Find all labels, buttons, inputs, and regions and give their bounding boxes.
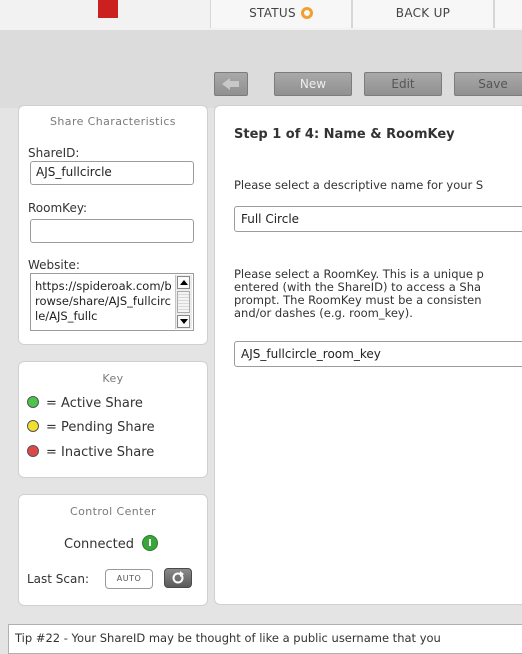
legend-active-label: = Active Share	[46, 396, 143, 411]
tip-bar: Tip #22 - Your ShareID may be thought of…	[8, 624, 522, 654]
gear-icon	[300, 7, 313, 19]
legend-pending-label: = Pending Share	[46, 420, 155, 435]
legend-inactive-label: = Inactive Share	[46, 445, 155, 460]
shareid-label: ShareID:	[28, 146, 80, 160]
refresh-icon	[172, 571, 184, 584]
legend-pending: = Pending Share	[27, 420, 155, 435]
back-button[interactable]	[214, 72, 248, 96]
top-navigation-bar: STATUS BACK UP	[0, 0, 522, 30]
legend-active: = Active Share	[27, 396, 143, 411]
share-name-field[interactable]: Full Circle	[234, 206, 522, 232]
toolbar-strip	[0, 30, 522, 108]
scroll-up-button[interactable]	[177, 276, 190, 289]
arrow-up-icon	[180, 280, 188, 285]
name-prompt: Please select a descriptive name for you…	[234, 178, 484, 192]
main-roomkey-field[interactable]: AJS_fullcircle_room_key	[234, 341, 522, 367]
power-icon	[142, 535, 159, 551]
roomkey-prompt-line-4: and/or dashes (e.g. room_key).	[234, 306, 413, 320]
website-textarea[interactable]: https://spideroak.com/browse/share/AJS_f…	[30, 273, 194, 331]
arrow-down-icon	[180, 319, 188, 324]
back-arrow-icon	[222, 78, 239, 90]
green-circle-icon	[27, 396, 39, 408]
website-label: Website:	[28, 258, 80, 272]
save-button[interactable]: Save	[454, 72, 522, 96]
share-characteristics-title: Share Characteristics	[50, 115, 176, 128]
scroll-down-button[interactable]	[177, 315, 190, 328]
shareid-field[interactable]: AJS_fullcircle	[30, 161, 194, 185]
control-center-title: Control Center	[70, 505, 156, 518]
new-button[interactable]: New	[274, 72, 352, 96]
scroll-thumb[interactable]	[177, 291, 190, 313]
refresh-button[interactable]	[164, 568, 192, 588]
spideroak-logo	[98, 0, 118, 18]
last-scan-select[interactable]: AUTO	[105, 569, 153, 589]
roomkey-label: RoomKey:	[28, 201, 88, 215]
step-title: Step 1 of 4: Name & RoomKey	[234, 127, 455, 142]
edit-button[interactable]: Edit	[364, 72, 442, 96]
tab-status-label: STATUS	[249, 6, 296, 20]
roomkey-field[interactable]	[30, 219, 194, 243]
red-circle-icon	[27, 445, 39, 457]
tab-back-up[interactable]: BACK UP	[352, 0, 494, 28]
last-scan-label: Last Scan:	[27, 572, 90, 586]
connection-status-label: Connected	[64, 537, 135, 552]
tab-status[interactable]: STATUS	[210, 0, 352, 28]
connection-status: Connected	[64, 535, 159, 552]
website-value: https://spideroak.com/browse/share/AJS_f…	[35, 279, 172, 323]
legend-inactive: = Inactive Share	[27, 445, 154, 460]
tab-back-up-label: BACK UP	[395, 6, 451, 20]
key-title: Key	[102, 372, 124, 385]
tab-next[interactable]	[494, 0, 522, 28]
website-scrollbar[interactable]	[175, 275, 192, 329]
yellow-circle-icon	[27, 420, 39, 432]
